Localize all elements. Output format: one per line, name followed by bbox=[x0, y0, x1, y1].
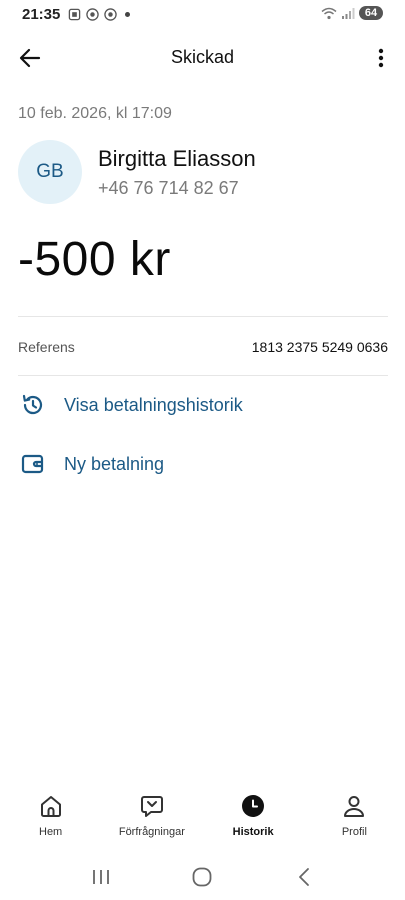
home-system-button[interactable] bbox=[182, 862, 222, 892]
signal-icon bbox=[342, 7, 355, 19]
status-system-icons: 64 bbox=[321, 6, 383, 20]
nav-label: Hem bbox=[39, 826, 63, 838]
more-options-button[interactable] bbox=[371, 44, 391, 72]
chevron-left-icon bbox=[299, 868, 310, 886]
reference-value: 1813 2375 5249 0636 bbox=[251, 339, 388, 355]
app-bar: Skickad bbox=[0, 36, 405, 80]
home-circle-icon bbox=[193, 867, 212, 887]
nav-label: Profil bbox=[341, 826, 367, 838]
recipient-name: Birgitta Eliasson bbox=[98, 146, 256, 171]
home-icon bbox=[37, 792, 65, 820]
system-navigation bbox=[0, 858, 405, 896]
action-label: Ny betalning bbox=[64, 453, 165, 474]
nav-item-requests[interactable]: Förfrågningar bbox=[101, 792, 202, 848]
recent-apps-button[interactable] bbox=[81, 862, 121, 892]
view-payment-history-button[interactable]: Visa betalningshistorik bbox=[18, 387, 378, 423]
nav-item-history[interactable]: Historik bbox=[203, 792, 304, 848]
status-notification-icons bbox=[68, 8, 130, 21]
nav-item-profile[interactable]: Profil bbox=[304, 792, 405, 848]
page-title: Skickad bbox=[170, 47, 235, 67]
nav-label: Historik bbox=[232, 826, 274, 838]
history-icon bbox=[18, 390, 48, 420]
battery-icon: 64 bbox=[359, 6, 383, 20]
request-icon bbox=[138, 792, 166, 820]
status-time: 21:35 bbox=[22, 6, 61, 23]
profile-icon bbox=[340, 792, 368, 820]
transaction-date: 10 feb. 2026, kl 17:09 bbox=[18, 105, 172, 122]
back-system-button[interactable] bbox=[284, 862, 324, 892]
status-bar: 21:35 64 bbox=[0, 0, 405, 30]
dot-icon bbox=[125, 12, 130, 17]
recipient-phone: +46 76 714 82 67 bbox=[98, 178, 239, 198]
recent-apps-icon bbox=[92, 870, 109, 884]
avatar: GB bbox=[18, 140, 82, 204]
nav-label: Förfrågningar bbox=[118, 826, 185, 838]
divider bbox=[18, 375, 388, 376]
transaction-amount: -500 kr bbox=[18, 233, 171, 286]
clock-icon bbox=[239, 792, 267, 820]
bottom-navigation: Hem Förfrågningar Historik Profil bbox=[0, 792, 405, 848]
action-label: Visa betalningshistorik bbox=[64, 394, 243, 415]
chrome-icon bbox=[86, 8, 99, 21]
more-vertical-icon bbox=[378, 48, 384, 68]
wallet-icon bbox=[18, 449, 48, 479]
nav-item-home[interactable]: Hem bbox=[0, 792, 101, 848]
reference-label: Referens bbox=[18, 339, 75, 355]
screenshot-icon bbox=[68, 8, 81, 21]
new-payment-button[interactable]: Ny betalning bbox=[18, 446, 378, 482]
divider bbox=[18, 316, 388, 317]
wifi-icon bbox=[321, 7, 337, 19]
recipient-card: GB Birgitta Eliasson +46 76 714 82 67 bbox=[18, 140, 388, 206]
chrome-icon bbox=[104, 8, 117, 21]
